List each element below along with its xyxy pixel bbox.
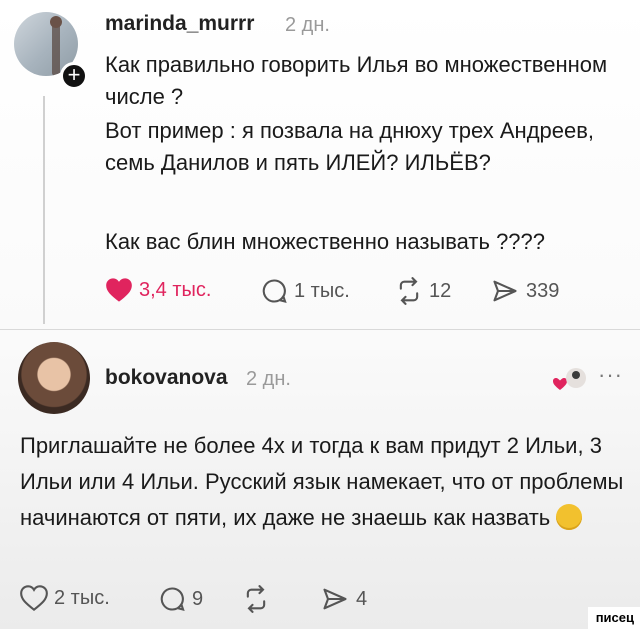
send-icon (493, 280, 517, 302)
smiling-face-emoji-icon (556, 504, 583, 531)
repost-button[interactable]: 12 (395, 277, 451, 305)
post-text-line: Как вас блин множественно называть ???? (105, 229, 546, 254)
heart-filled-icon (106, 278, 132, 302)
reply-actions: 2 тыс. 9 4 (20, 585, 420, 615)
timestamp: 2 дн. (285, 14, 330, 36)
post-text-line: Как правильно говорить Илья во множестве… (105, 52, 608, 109)
username[interactable]: bokovanova (105, 366, 228, 390)
reply-button[interactable]: 9 (158, 585, 203, 613)
like-count: 3,4 тыс. (139, 278, 212, 301)
post-actions: 3,4 тыс. 1 тыс. 12 339 (105, 277, 605, 307)
thread-line (43, 96, 45, 324)
post-text-line: Вот пример : я позвала на днюху трех Анд… (105, 118, 595, 175)
repost-count: 12 (429, 279, 452, 302)
like-button[interactable]: 3,4 тыс. (105, 277, 211, 303)
heart-icon (20, 585, 48, 611)
like-button[interactable]: 2 тыс. (20, 585, 110, 611)
comment-icon (160, 587, 185, 611)
comment-icon (262, 279, 287, 303)
avatar[interactable] (18, 342, 90, 414)
share-button[interactable]: 4 (320, 585, 367, 613)
repost-icon (246, 585, 266, 613)
follow-plus-icon[interactable]: + (60, 62, 88, 90)
more-options-button[interactable]: ··· (598, 362, 623, 388)
share-button[interactable]: 339 (490, 277, 559, 305)
reply-button[interactable]: 1 тыс. (260, 277, 350, 305)
repost-button[interactable] (242, 585, 276, 613)
username[interactable]: marinda_murrr (105, 12, 254, 36)
repost-icon (399, 277, 419, 305)
share-count: 339 (526, 279, 560, 302)
send-icon (323, 588, 347, 610)
reply-text: Приглашайте не более 4х и тогда к вам пр… (20, 433, 624, 531)
liked-by-author-icon (553, 368, 586, 390)
watermark: писец (587, 607, 640, 629)
post-card: + marinda_murrr 2 дн. Как правильно гово… (0, 0, 640, 330)
like-count: 2 тыс. (54, 586, 110, 609)
reply-count: 9 (192, 587, 204, 610)
reply-count: 1 тыс. (294, 279, 350, 302)
share-count: 4 (356, 587, 368, 610)
timestamp: 2 дн. (246, 368, 291, 390)
